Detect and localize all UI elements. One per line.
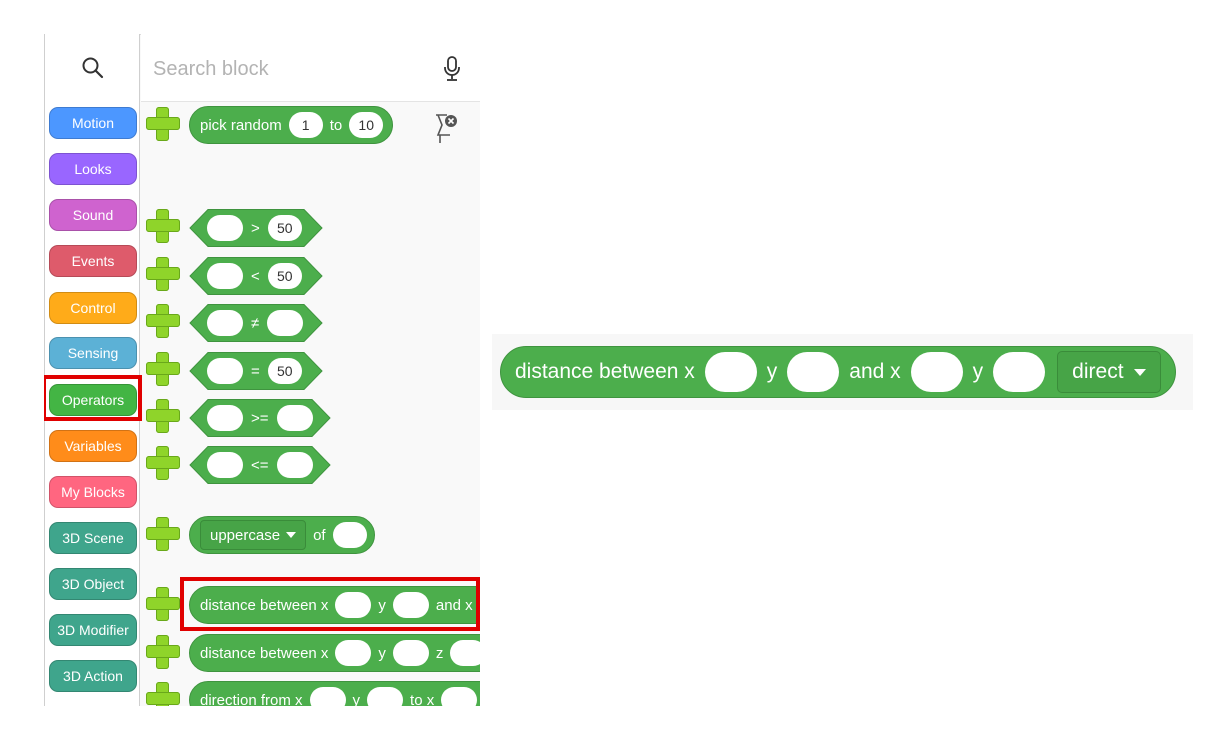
less-than-block[interactable]: < 50 xyxy=(189,257,323,295)
uppercase-of-block[interactable]: uppercase of xyxy=(189,516,375,554)
block-label: y xyxy=(352,691,361,707)
number-input[interactable]: 50 xyxy=(267,263,302,289)
block-label: direction from x xyxy=(200,691,303,707)
category-3d-object[interactable]: 3D Object xyxy=(49,568,137,600)
operator-symbol: > xyxy=(251,219,260,237)
value-input[interactable] xyxy=(207,263,243,289)
number-input[interactable]: 10 xyxy=(349,112,384,138)
category-3d-modifier[interactable]: 3D Modifier xyxy=(49,614,137,646)
distance-between-3d-block[interactable]: distance between x y z xyxy=(189,634,480,672)
add-block-plus-icon[interactable] xyxy=(145,516,181,552)
add-block-plus-icon[interactable] xyxy=(145,634,181,670)
block-label: to xyxy=(329,116,343,134)
search-bar xyxy=(141,34,480,102)
y-input[interactable] xyxy=(993,352,1046,392)
category-sensing[interactable]: Sensing xyxy=(49,337,137,369)
operator-symbol: ≠ xyxy=(251,314,260,332)
text-case-dropdown[interactable]: uppercase xyxy=(200,520,307,550)
unpin-icon[interactable] xyxy=(433,112,459,148)
block-label: y xyxy=(378,644,386,662)
distance-between-direct-block[interactable]: distance between x y and x y direct xyxy=(500,346,1176,398)
category-looks[interactable]: Looks xyxy=(49,153,137,185)
block-label: pick random xyxy=(200,116,282,134)
value-input[interactable] xyxy=(207,358,243,384)
category-3d-scene[interactable]: 3D Scene xyxy=(49,522,137,554)
number-input[interactable]: 50 xyxy=(267,215,302,241)
greater-than-block[interactable]: > 50 xyxy=(189,209,323,247)
value-input[interactable] xyxy=(207,215,243,241)
pick-random-block[interactable]: pick random 1 to 10 xyxy=(189,106,393,144)
value-input[interactable] xyxy=(276,452,313,478)
operator-symbol: <= xyxy=(251,456,269,474)
y-input[interactable] xyxy=(367,687,404,706)
operator-symbol: = xyxy=(251,362,260,380)
category-events[interactable]: Events xyxy=(49,245,137,277)
category-sound[interactable]: Sound xyxy=(49,199,137,231)
text-input[interactable] xyxy=(332,522,367,548)
search-input[interactable] xyxy=(153,54,423,84)
block-label: y xyxy=(972,360,984,383)
block-label: of xyxy=(313,526,326,544)
category-3d-action[interactable]: 3D Action xyxy=(49,660,137,692)
block-label: y xyxy=(766,360,778,383)
operator-symbol: < xyxy=(251,267,260,285)
not-equal-block[interactable]: ≠ xyxy=(189,304,323,342)
add-block-plus-icon[interactable] xyxy=(145,351,181,387)
greater-equal-block[interactable]: >= xyxy=(189,399,331,437)
enlarged-block-preview: distance between x y and x y direct xyxy=(492,334,1193,410)
search-button[interactable] xyxy=(45,34,141,102)
caret-down-icon xyxy=(286,532,297,538)
x-input[interactable] xyxy=(441,687,478,706)
dropdown-value: direct xyxy=(1072,360,1124,383)
add-block-plus-icon[interactable] xyxy=(145,106,181,142)
block-palette: Motion Looks Sound Events Control Sensin… xyxy=(44,34,480,706)
add-block-plus-icon[interactable] xyxy=(145,445,181,481)
block-label: distance between x xyxy=(515,360,695,383)
block-label: z xyxy=(435,644,444,662)
dropdown-value: uppercase xyxy=(210,526,281,544)
operators-highlight-box xyxy=(44,375,142,421)
add-block-plus-icon[interactable] xyxy=(145,303,181,339)
less-equal-block[interactable]: <= xyxy=(189,446,331,484)
category-variables[interactable]: Variables xyxy=(49,430,137,462)
direction-from-block[interactable]: direction from x y to x xyxy=(189,681,480,706)
y-input[interactable] xyxy=(787,352,840,392)
block-label: and x xyxy=(849,360,901,383)
y-input[interactable] xyxy=(392,640,429,666)
number-input[interactable]: 50 xyxy=(267,358,302,384)
block-label: distance between x xyxy=(200,644,329,662)
operator-symbol: >= xyxy=(251,409,269,427)
z-input[interactable] xyxy=(450,640,480,666)
value-input[interactable] xyxy=(207,405,243,431)
distance-mode-dropdown[interactable]: direct xyxy=(1057,351,1161,393)
add-block-plus-icon[interactable] xyxy=(145,681,181,706)
category-motion[interactable]: Motion xyxy=(49,107,137,139)
search-icon xyxy=(82,57,104,79)
caret-down-icon xyxy=(1133,368,1146,376)
number-input[interactable]: 1 xyxy=(288,112,323,138)
add-block-plus-icon[interactable] xyxy=(145,256,181,292)
block-list: pick random 1 to 10 > 50 < 50 ≠ = 50 >= … xyxy=(141,102,480,706)
value-input[interactable] xyxy=(267,310,304,336)
value-input[interactable] xyxy=(207,452,243,478)
x-input[interactable] xyxy=(910,352,963,392)
x-input[interactable] xyxy=(309,687,346,706)
value-input[interactable] xyxy=(276,405,313,431)
x-input[interactable] xyxy=(335,640,372,666)
add-block-plus-icon[interactable] xyxy=(145,586,181,622)
add-block-plus-icon[interactable] xyxy=(145,208,181,244)
microphone-icon[interactable] xyxy=(443,56,461,82)
add-block-plus-icon[interactable] xyxy=(145,398,181,434)
value-input[interactable] xyxy=(207,310,243,336)
block-label: to x xyxy=(410,691,435,707)
distance-block-highlight-box xyxy=(180,577,480,631)
category-control[interactable]: Control xyxy=(49,292,137,324)
category-sidebar: Motion Looks Sound Events Control Sensin… xyxy=(44,34,140,706)
x-input[interactable] xyxy=(704,352,757,392)
category-my-blocks[interactable]: My Blocks xyxy=(49,476,137,508)
equal-block[interactable]: = 50 xyxy=(189,352,323,390)
